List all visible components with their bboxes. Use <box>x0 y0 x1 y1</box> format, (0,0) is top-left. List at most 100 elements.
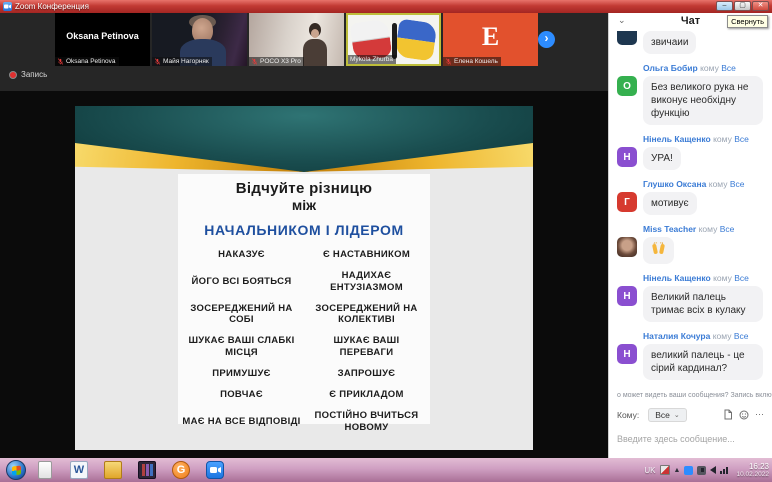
minimize-button[interactable]: – <box>716 1 733 11</box>
participant-tile-maya[interactable]: Майя Нагорняк <box>152 13 247 66</box>
to-target: Все <box>733 331 749 341</box>
participant-tile-oksana[interactable]: Oksana Petinova Oksana Petinova <box>55 13 150 66</box>
to-target: Все <box>719 224 735 234</box>
message-bubble: мотивує <box>643 192 697 215</box>
message-bubble: Великий палець тримає всіх в кулаку <box>643 286 763 322</box>
recipient-value: Все <box>655 409 670 420</box>
muted-mic-icon <box>154 58 161 65</box>
leader-item: ЗАПРОШУЄ <box>337 368 396 380</box>
to-target: Все <box>729 179 745 189</box>
boss-item: ПОВЧАЄ <box>220 388 263 400</box>
chat-message-input[interactable] <box>617 434 764 444</box>
keyboard-layout-icon[interactable] <box>659 465 670 475</box>
sender-name: Нінель Кащенко <box>643 134 711 144</box>
participant-label: Елена Кошель <box>454 58 498 65</box>
avatar: Н <box>617 286 637 306</box>
participant-tile-poco[interactable]: POCO X3 Pro <box>249 13 344 66</box>
system-tray: UK ▲ 16:23 10.02.2022 <box>644 458 769 482</box>
participant-label: Mykola Zhurba <box>350 56 393 63</box>
camera-icon <box>209 467 221 473</box>
meeting-area: Oksana Petinova Oksana Petinova Майя Наг… <box>0 13 608 458</box>
maximize-button[interactable]: ▢ <box>734 1 751 11</box>
message-bubble <box>643 237 674 264</box>
taskbar-folder-icon[interactable] <box>104 461 122 479</box>
chat-message: Глушко Оксана кому Все Г мотивує <box>617 179 764 215</box>
leader-item: Є НАСТАВНИКОМ <box>322 248 411 260</box>
leader-item: ЗОСЕРЕДЖЕНИЙ НА КОЛЕКТИВІ <box>315 302 418 326</box>
leader-item: НАДИХАЄ ЕНТУЗІАЗМОМ <box>330 269 403 293</box>
chat-message: Наталия Кочура кому Все Н великий палець… <box>617 331 764 380</box>
chat-message: Miss Teacher кому Все <box>617 224 764 264</box>
sender-name: Нінель Кащенко <box>643 273 711 283</box>
chat-panel: ⌄ Чат звичаии Ольга Бобир кому Все О Без… <box>608 13 772 458</box>
chat-input-row <box>617 429 764 447</box>
to-word: кому <box>712 331 732 341</box>
chat-message-list[interactable]: звичаии Ольга Бобир кому Все О Без велик… <box>609 31 772 389</box>
attach-file-icon[interactable] <box>723 409 733 420</box>
tray-zoom-icon[interactable] <box>684 465 694 475</box>
close-button[interactable]: ✕ <box>752 1 769 11</box>
participant-tile-mykola-active[interactable]: Mykola Zhurba <box>346 13 441 66</box>
message-bubble: великий палець - це сірий кардинал? <box>643 344 763 380</box>
to-target: Все <box>734 273 749 283</box>
network-icon[interactable] <box>720 466 729 474</box>
taskbar-zoom-icon[interactable] <box>206 461 224 479</box>
zoom-app-icon <box>3 2 12 11</box>
next-participants-button[interactable]: › <box>538 31 555 48</box>
message-bubble: УРА! <box>643 147 681 170</box>
boss-item: МАЄ НА ВСЕ ВІДПОВІДІ <box>182 415 301 427</box>
chat-message: Нінель Кащенко кому Все Н Великий палець… <box>617 273 764 322</box>
avatar-photo <box>617 237 637 257</box>
recording-indicator: Запись <box>9 70 47 79</box>
boss-item: ЙОГО ВСІ БОЯТЬСЯ <box>191 275 292 287</box>
sender-name: Глушко Оксана <box>643 179 707 189</box>
taskbar-document-icon[interactable] <box>38 461 52 479</box>
slide-heading: НАЧАЛЬНИКОМ І ЛІДЕРОМ <box>204 221 404 238</box>
avatar: Н <box>617 147 637 167</box>
title-bar[interactable]: Zoom Конференция – ▢ ✕ <box>0 0 772 13</box>
slide-title-line1: Відчуйте різницю <box>235 180 373 197</box>
to-target: Все <box>721 63 736 73</box>
message-bubble: Без великого рука не виконує необхідну ф… <box>643 76 763 125</box>
boss-item: НАКАЗУЄ <box>218 248 265 260</box>
slide-title-line2: між <box>291 196 317 213</box>
sender-name: Miss Teacher <box>643 224 697 234</box>
tray-time: 16:23 <box>748 461 769 471</box>
sender-name: Наталия Кочура <box>643 331 711 341</box>
chat-message: Нінель Кащенко кому Все Н УРА! <box>617 134 764 170</box>
recording-label: Запись <box>21 70 48 79</box>
avatar <box>617 31 637 45</box>
taskbar-winrar-icon[interactable] <box>138 461 156 479</box>
muted-mic-icon <box>251 58 258 65</box>
leader-item: ШУКАЄ ВАШІ ПЕРЕВАГИ <box>333 335 400 359</box>
participant-label: Майя Нагорняк <box>163 58 209 65</box>
recipient-dropdown[interactable]: Все ⌄ <box>648 407 687 422</box>
message-bubble: звичаии <box>643 31 697 54</box>
avatar: О <box>617 76 637 96</box>
slide-content-panel: Відчуйте різницю між НАЧАЛЬНИКОМ І ЛІДЕР… <box>178 174 430 433</box>
avatar: Г <box>617 192 637 212</box>
chat-recipient-row: Кому: Все ⌄ ⋯ <box>617 406 765 423</box>
chevron-down-icon[interactable]: ⌄ <box>618 15 626 26</box>
screen-share-stage: Відчуйте різницю між НАЧАЛЬНИКОМ І ЛІДЕР… <box>0 91 608 458</box>
chat-message: Ольга Бобир кому Все О Без великого рука… <box>617 63 764 125</box>
participant-tile-elena[interactable]: E Елена Кошель <box>443 13 538 66</box>
taskbar-word-icon[interactable]: W <box>70 461 88 479</box>
to-word: кому <box>698 224 718 234</box>
slide-comparison-grid: НАКАЗУЄ Є НАСТАВНИКОМ ЙОГО ВСІ БОЯТЬСЯ Н… <box>182 249 426 434</box>
language-indicator[interactable]: UK <box>644 466 655 475</box>
emoji-icon[interactable] <box>739 410 749 420</box>
start-button[interactable] <box>6 460 26 480</box>
to-word: кому <box>713 134 732 144</box>
recording-dot-icon <box>9 70 17 79</box>
speaker-icon[interactable] <box>701 466 717 474</box>
muted-mic-icon <box>445 58 452 65</box>
chat-message: звичаии <box>617 31 764 54</box>
show-hidden-icons[interactable]: ▲ <box>674 467 681 474</box>
tray-clock[interactable]: 16:23 10.02.2022 <box>736 462 769 479</box>
taskbar-g-app-icon[interactable]: G <box>172 461 190 479</box>
participant-label: Oksana Petinova <box>66 58 116 65</box>
more-options-icon[interactable]: ⋯ <box>755 409 765 420</box>
windows-taskbar: W G UK ▲ 16:23 10.02.2022 <box>0 458 772 482</box>
to-word: кому <box>708 179 728 189</box>
